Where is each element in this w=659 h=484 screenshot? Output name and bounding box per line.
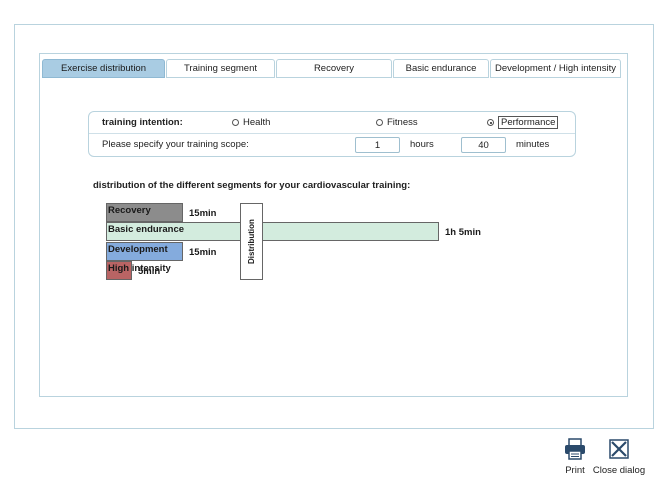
print-label: Print [565,465,585,476]
bar-category-label: Recovery [108,205,151,216]
bar-category-label: Development [108,244,168,255]
printer-icon [562,438,588,464]
bar-category-label: Basic endurance [108,224,185,235]
bar-value-label: 5min [138,266,161,277]
close-icon [607,439,631,464]
distribution-axis-label: Distribution [247,219,256,264]
distribution-chart: Recovery 15min Basic endurance 1h 5min Devel… [0,0,659,484]
bar-value-label: 15min [189,208,217,219]
bar-value-label: 1h 5min [445,227,481,238]
bar-value-label: 15min [189,247,217,258]
print-button[interactable]: Print [562,437,588,476]
close-dialog-button[interactable]: Close dialog [590,437,648,476]
close-dialog-label: Close dialog [592,465,646,476]
